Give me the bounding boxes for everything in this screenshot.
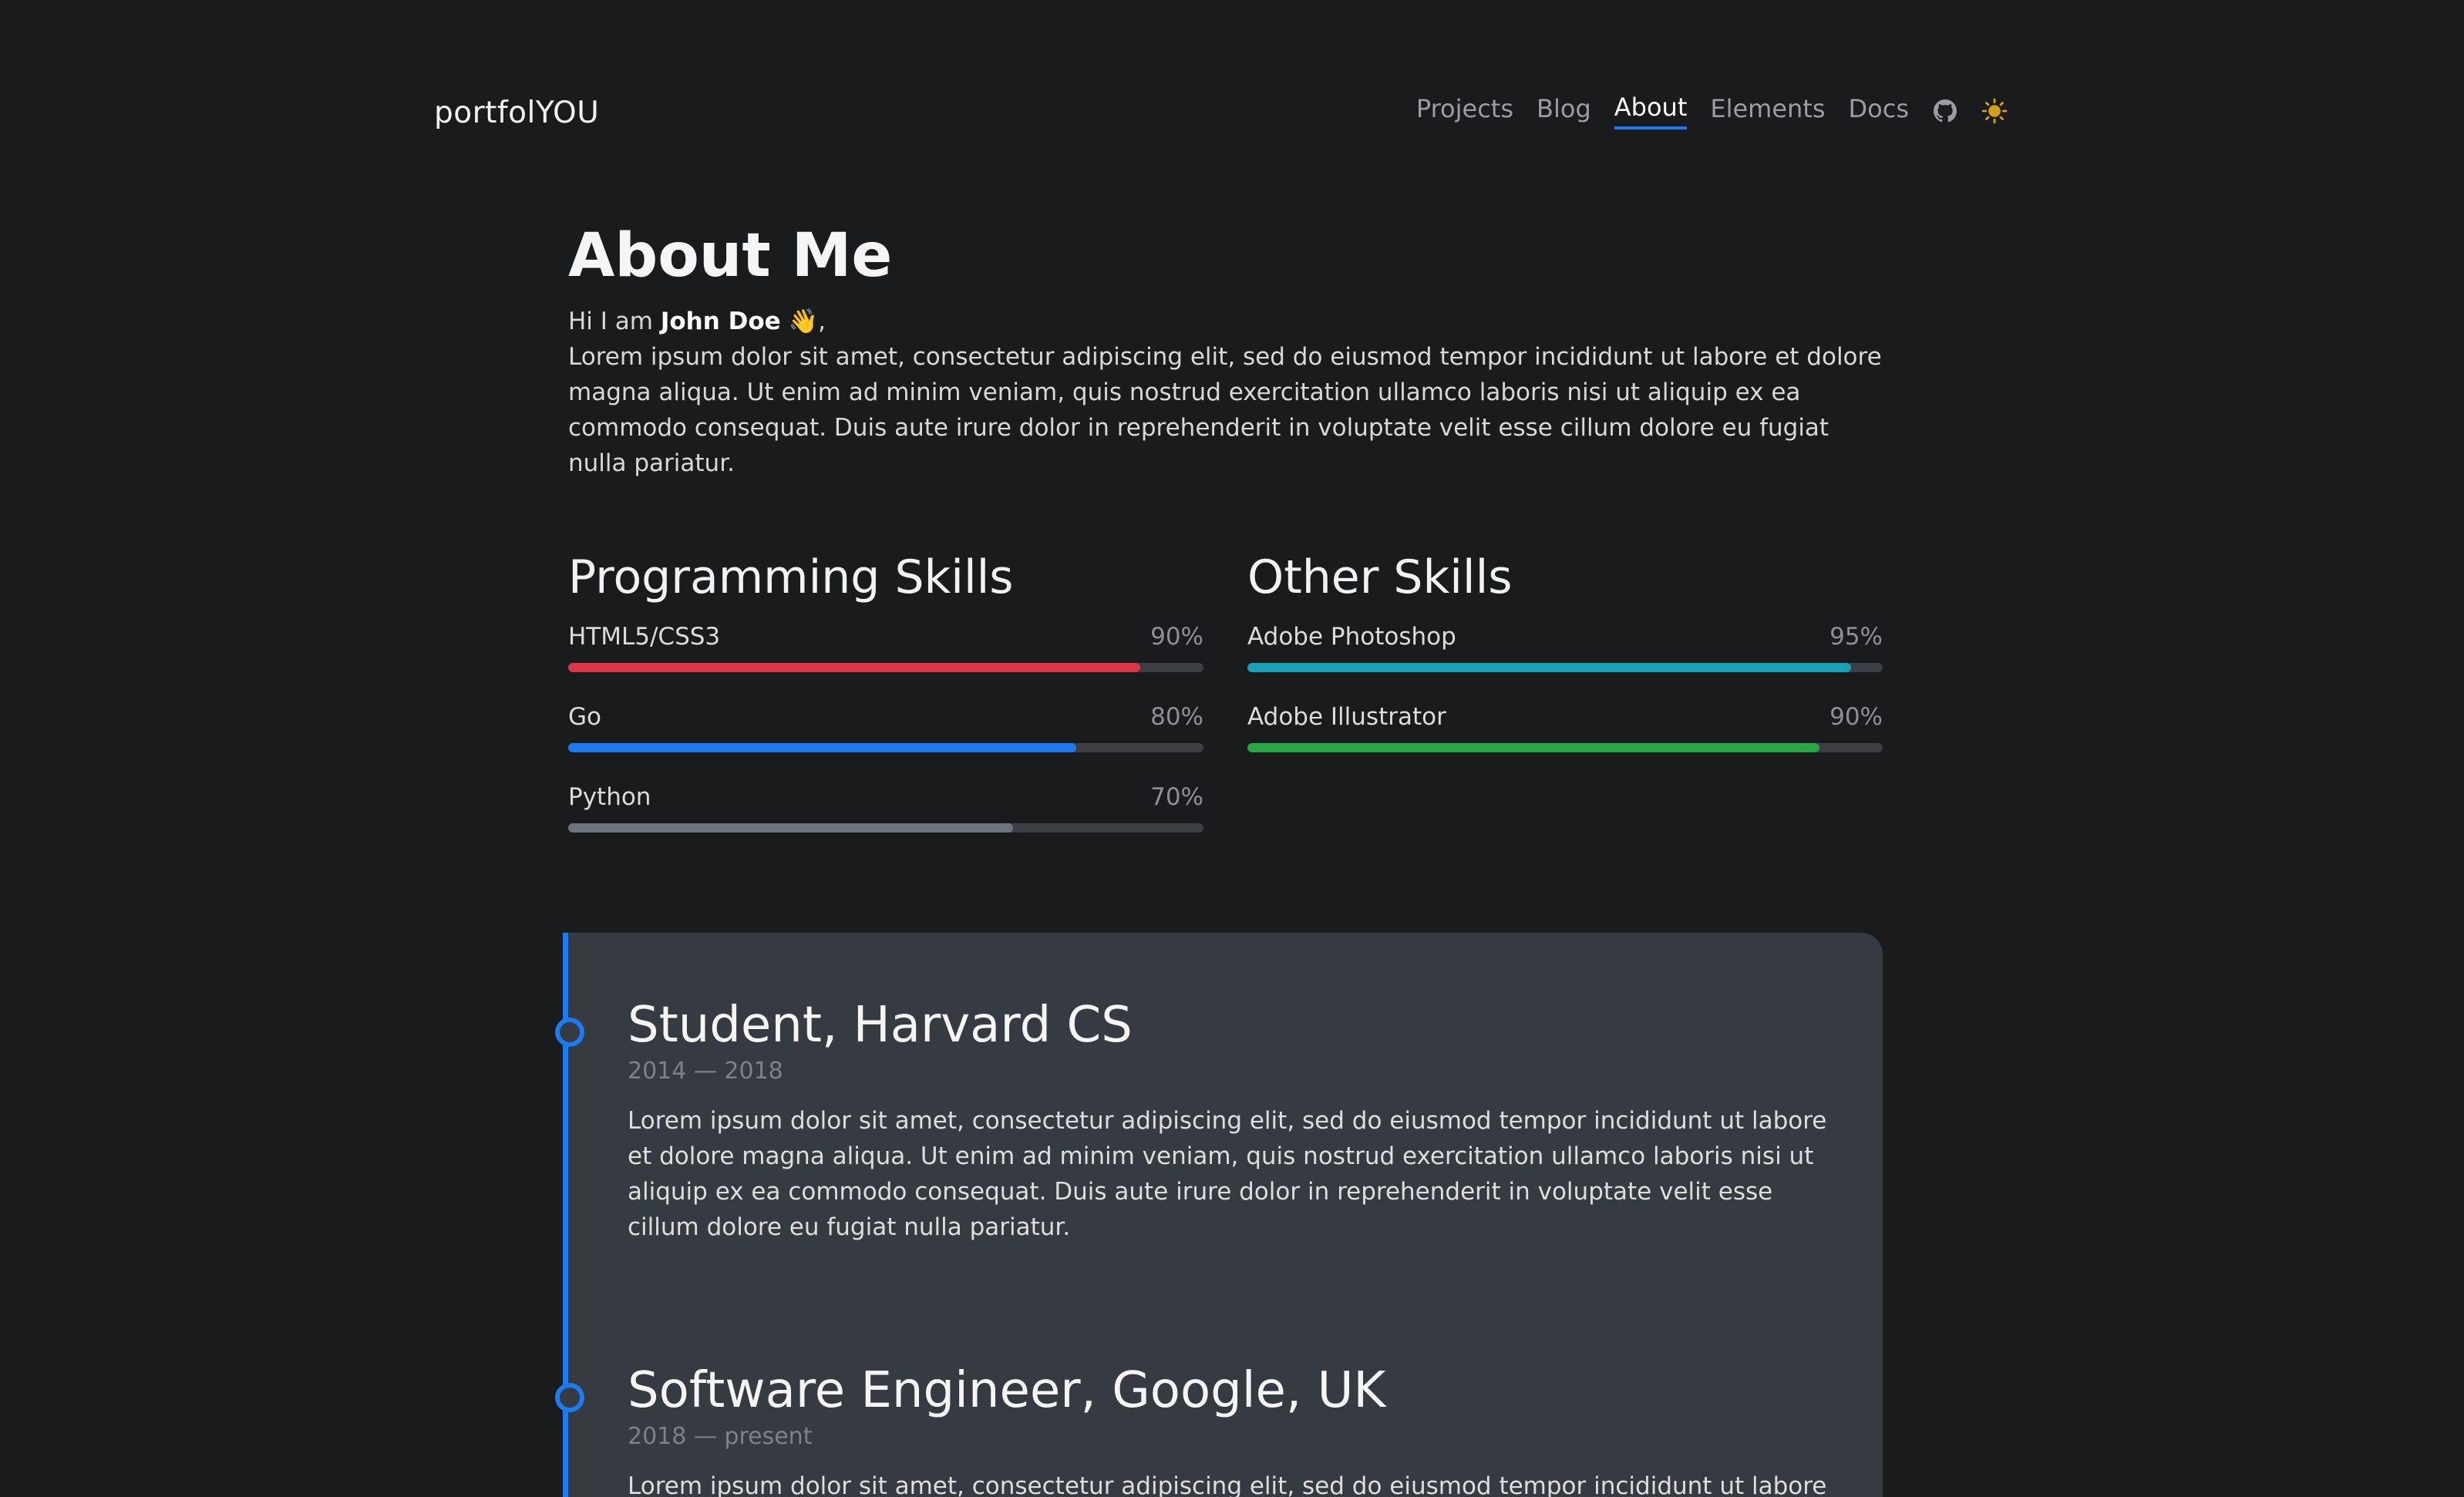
skill-percent: 70% [1150,782,1203,811]
timeline-item-dates: 2018 — present [628,1422,813,1450]
timeline-item: Student, Harvard CS 2014 — 2018 Lorem ip… [555,997,1830,1245]
timeline-item-text: Lorem ipsum dolor sit amet, consectetur … [628,1472,1827,1497]
greeting: Hi I am John Doe 👋, [568,304,1883,339]
skill-header: Go 80% [568,703,1203,731]
other-skills-title: Other Skills [1247,550,1513,604]
nav-elements[interactable]: Elements [1710,94,1825,128]
nav-docs[interactable]: Docs [1849,94,1909,128]
nav-blog[interactable]: Blog [1537,94,1591,128]
skill-progress-fill [568,823,1013,833]
nav-projects[interactable]: Projects [1416,94,1513,128]
skill-header: Python 70% [568,783,1203,811]
skill-item: HTML5/CSS3 90% [568,623,1203,672]
timeline-item-title: Student, Harvard CS [628,997,1133,1054]
skill-percent: 80% [1150,702,1203,731]
skill-item: Adobe Photoshop 95% [1247,623,1883,672]
skill-progress-fill [568,742,1077,752]
greeting-prefix: Hi I am [568,307,661,335]
other-skills-list: Adobe Photoshop 95% Adobe Illustrator 90% [1247,623,1883,752]
programming-skills: Programming Skills HTML5/CSS3 90% Go 80% Pyt… [568,552,1203,863]
nav-about[interactable]: About [1614,93,1688,130]
skills-section: Programming Skills HTML5/CSS3 90% Go 80% Pyt… [568,552,1883,863]
page: portfolYOU Projects Blog About Elements … [0,0,2464,1497]
timeline-item: Software Engineer, Google, UK 2018 — pre… [555,1362,1830,1497]
skill-progress-track [568,662,1203,672]
programming-skills-title: Programming Skills [568,550,1014,604]
skill-name: HTML5/CSS3 [568,622,721,651]
skill-name: Python [568,782,651,811]
skill-name: Adobe Illustrator [1247,702,1446,731]
skill-item: Python 70% [568,783,1203,833]
other-skills: Other Skills Adobe Photoshop 95% Adobe Ill… [1247,552,1883,863]
brand-logo[interactable]: portfolYOU [434,96,599,130]
intro-text: Lorem ipsum dolor sit amet, consectetur … [568,342,1882,477]
skill-item: Adobe Illustrator 90% [1247,703,1883,752]
author-name: John Doe [660,307,781,335]
intro: Hi I am John Doe 👋, Lorem ipsum dolor si… [568,304,1883,481]
skill-header: Adobe Photoshop 95% [1247,623,1883,651]
skill-header: Adobe Illustrator 90% [1247,703,1883,731]
timeline-item-text: Lorem ipsum dolor sit amet, consectetur … [628,1106,1827,1241]
skill-progress-fill [1247,662,1851,672]
skill-progress-fill [568,662,1140,672]
skill-header: HTML5/CSS3 90% [568,623,1203,651]
skill-percent: 95% [1829,622,1883,651]
skill-progress-track [1247,742,1883,752]
skill-progress-fill [1247,742,1819,752]
skill-progress-track [568,823,1203,833]
about-section: About Me Hi I am John Doe 👋, Lorem ipsum… [568,221,1883,863]
skill-percent: 90% [1150,622,1203,651]
skill-item: Go 80% [568,703,1203,752]
timeline-dot [555,1383,584,1412]
skill-progress-track [568,742,1203,752]
timeline: Student, Harvard CS 2014 — 2018 Lorem ip… [555,933,1883,1497]
skill-percent: 90% [1829,702,1883,731]
github-icon[interactable] [1932,98,1958,124]
main-nav: Projects Blog About Elements Docs [1416,93,2008,130]
skill-name: Go [568,702,601,731]
greeting-suffix: 👋, [780,307,826,335]
skill-name: Adobe Photoshop [1247,622,1456,651]
skill-progress-track [1247,662,1883,672]
sun-icon[interactable] [1981,98,2008,124]
timeline-dot [555,1018,584,1047]
programming-skills-list: HTML5/CSS3 90% Go 80% Python 70% [568,623,1203,833]
timeline-item-title: Software Engineer, Google, UK [628,1362,1386,1419]
timeline-item-dates: 2014 — 2018 [628,1057,783,1085]
page-title: About Me [568,221,893,291]
